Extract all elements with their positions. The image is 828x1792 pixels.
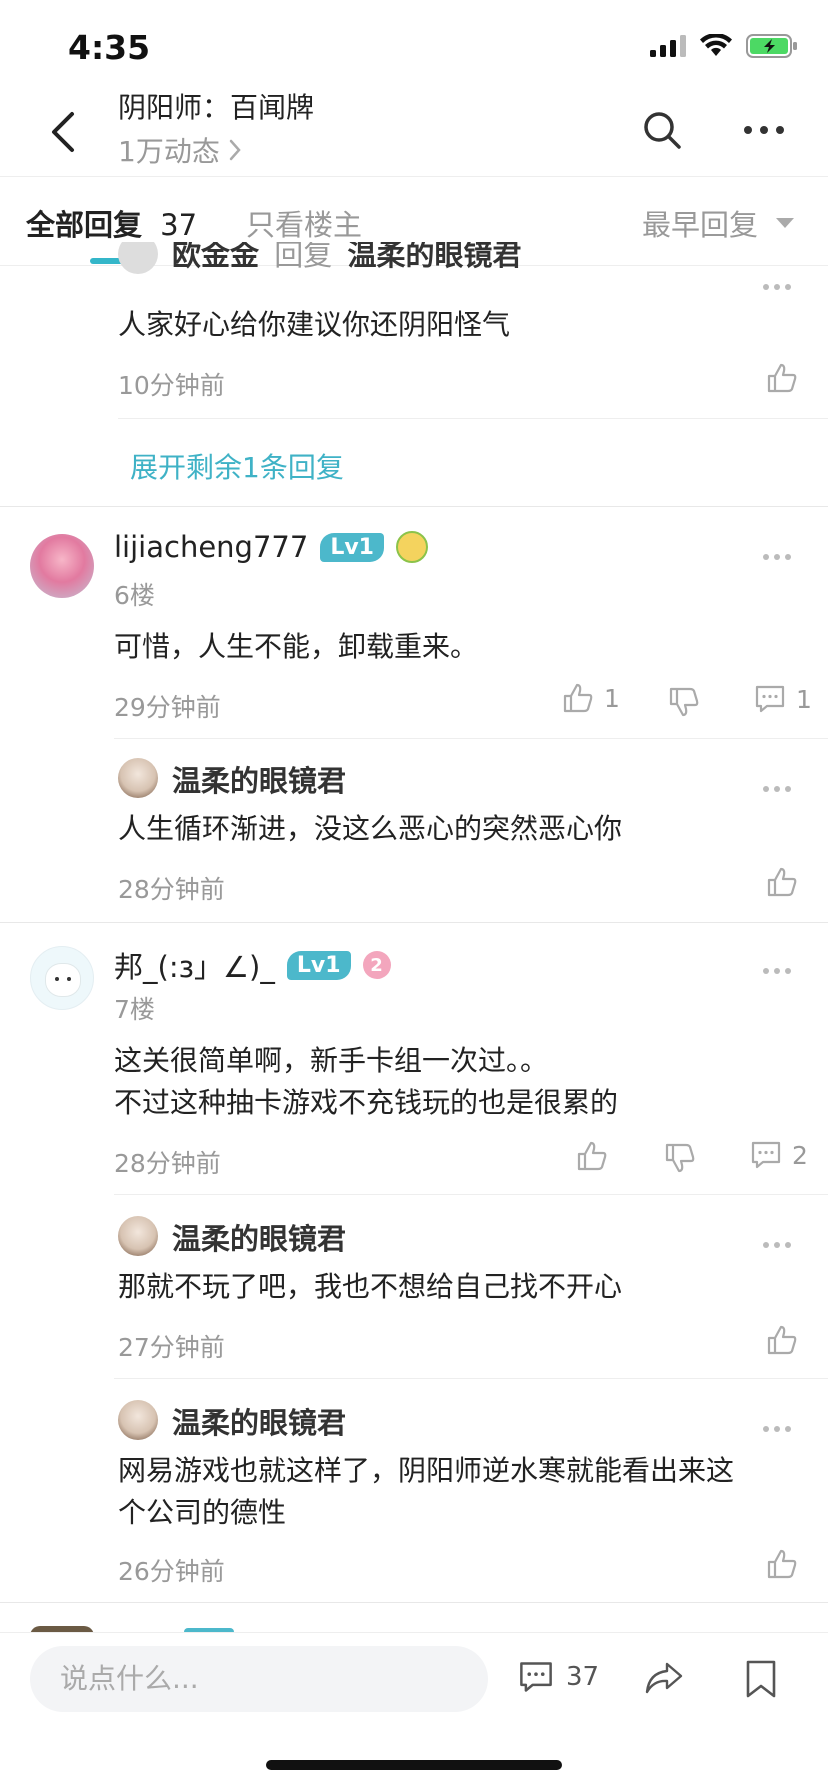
floor-number: 6楼 [114, 581, 155, 610]
back-arrow-icon[interactable] [44, 108, 84, 156]
divider [114, 738, 828, 739]
section-divider [0, 506, 828, 507]
comment-time: 28分钟前 [114, 1149, 221, 1178]
reply-text: 人生循环渐进，没这么恶心的突然恶心你 [118, 812, 623, 845]
wifi-icon [700, 34, 732, 56]
divider [114, 1378, 828, 1379]
dislike-icon[interactable] [668, 686, 700, 718]
reply-button[interactable]: 1 [754, 684, 812, 714]
section-divider [0, 1602, 828, 1603]
sort-dropdown[interactable]: 最早回复 [642, 202, 795, 244]
comment-icon [755, 685, 785, 713]
reply-author[interactable]: 温柔的眼镜君 [172, 1216, 346, 1258]
comment-icon [520, 1662, 552, 1692]
reply-author[interactable]: 欧金金 [172, 242, 259, 272]
battery-icon [746, 34, 797, 58]
reply-time: 10分钟前 [118, 371, 225, 400]
reply-word: 回复 [274, 242, 333, 272]
dislike-icon[interactable] [664, 1142, 696, 1174]
status-icons [650, 34, 798, 58]
reply-text: 那就不玩了吧，我也不想给自己找不开心 [118, 1270, 623, 1303]
like-button[interactable]: 1 [562, 682, 620, 714]
total-comment-count: 37 [566, 1662, 600, 1692]
comment-input[interactable]: 说点什么... [30, 1646, 488, 1712]
more-options-icon[interactable] [762, 1424, 792, 1434]
like-count: 1 [604, 683, 620, 713]
avatar[interactable] [30, 946, 94, 1010]
activity-count: 1万动态 [118, 135, 220, 168]
avatar[interactable] [30, 534, 94, 598]
reply-count: 1 [796, 684, 812, 714]
medal-badge: 2 [362, 951, 391, 979]
reply-text: 人家好心给你建议你还阴阳怪气 [118, 308, 511, 341]
comment-text-line-1: 这关很简单啊，新手卡组一次过。。 [114, 1044, 549, 1077]
comment-author[interactable]: 邦_(:з」∠)_ [114, 944, 275, 986]
partial-reply-header: 欧金金 回复 温柔的眼镜君 [0, 242, 828, 274]
reply-author[interactable]: 温柔的眼镜君 [172, 758, 346, 800]
caret-down-icon [776, 218, 795, 228]
floor-number: 7楼 [114, 995, 155, 1024]
tab-op-only[interactable]: 只看楼主 [246, 202, 362, 244]
circle-activity-link[interactable]: 1万动态 [118, 130, 242, 170]
search-icon[interactable] [640, 108, 684, 152]
level-badge: Lv1 [320, 532, 384, 562]
avatar[interactable] [118, 242, 158, 274]
reply-time: 28分钟前 [118, 875, 225, 904]
more-options-icon[interactable] [742, 114, 786, 146]
reply-button[interactable]: 2 [750, 1140, 808, 1170]
bookmark-icon[interactable] [744, 1660, 778, 1698]
divider [114, 1194, 828, 1195]
comment-author[interactable]: lijiacheng777 [114, 530, 308, 564]
chevron-right-icon [229, 139, 241, 161]
reply-count: 2 [792, 1140, 808, 1170]
reply-time: 27分钟前 [118, 1333, 225, 1362]
like-icon[interactable] [576, 1140, 608, 1172]
expand-replies-link[interactable]: 展开剩余1条回复 [130, 446, 344, 486]
circle-title[interactable]: 阴阳师：百闻牌 [118, 86, 314, 126]
share-icon[interactable] [644, 1660, 684, 1696]
comment-icon [751, 1141, 781, 1169]
reply-time: 26分钟前 [118, 1557, 225, 1586]
comment-author-line: 邦_(:з」∠)_ Lv1 2 [114, 944, 391, 986]
status-time: 4:35 [68, 28, 151, 67]
like-icon [563, 683, 593, 713]
sort-label: 最早回复 [642, 208, 759, 242]
like-icon[interactable] [766, 866, 798, 898]
tab-all-count: 37 [160, 208, 198, 242]
section-divider [0, 922, 828, 923]
comments-button[interactable]: 37 [518, 1660, 599, 1694]
avatar[interactable] [118, 758, 158, 798]
like-icon[interactable] [766, 1548, 798, 1580]
level-badge: Lv1 [286, 950, 351, 980]
reply-text-line-1: 网易游戏也就这样了，阴阳师逆水寒就能看出来这 [118, 1454, 735, 1487]
comment-time: 29分钟前 [114, 693, 221, 722]
tab-all-label: 全部回复 [26, 208, 143, 242]
home-indicator [266, 1760, 562, 1770]
reply-author[interactable]: 温柔的眼镜君 [172, 1400, 346, 1442]
comment-author-line: lijiacheng777 Lv1 [114, 530, 428, 564]
more-options-icon[interactable] [762, 966, 792, 976]
user-medal-icon [395, 531, 428, 563]
reply-to-author[interactable]: 温柔的眼镜君 [347, 242, 521, 272]
avatar[interactable] [118, 1400, 158, 1440]
avatar[interactable] [118, 1216, 158, 1256]
more-options-icon[interactable] [762, 1240, 792, 1250]
comment-text-line-2: 不过这种抽卡游戏不充钱玩的也是很累的 [114, 1086, 619, 1119]
more-options-icon[interactable] [762, 784, 792, 794]
partial-reply-author-line: 欧金金 回复 温柔的眼镜君 [172, 242, 521, 274]
divider [118, 418, 828, 419]
more-options-icon[interactable] [762, 552, 792, 562]
comment-text: 可惜，人生不能，卸载重来。 [114, 630, 479, 663]
like-icon[interactable] [766, 1324, 798, 1356]
signal-icon [650, 35, 686, 57]
partial-reply-area: 欧金金 回复 温柔的眼镜君 人家好心给你建议你还阴阳怪气 10分钟前 [0, 242, 828, 506]
tab-all-replies[interactable]: 全部回复 37 [26, 202, 197, 244]
like-icon[interactable] [766, 362, 798, 394]
more-options-icon[interactable] [762, 282, 792, 292]
reply-text-line-2: 个公司的德性 [118, 1496, 287, 1529]
